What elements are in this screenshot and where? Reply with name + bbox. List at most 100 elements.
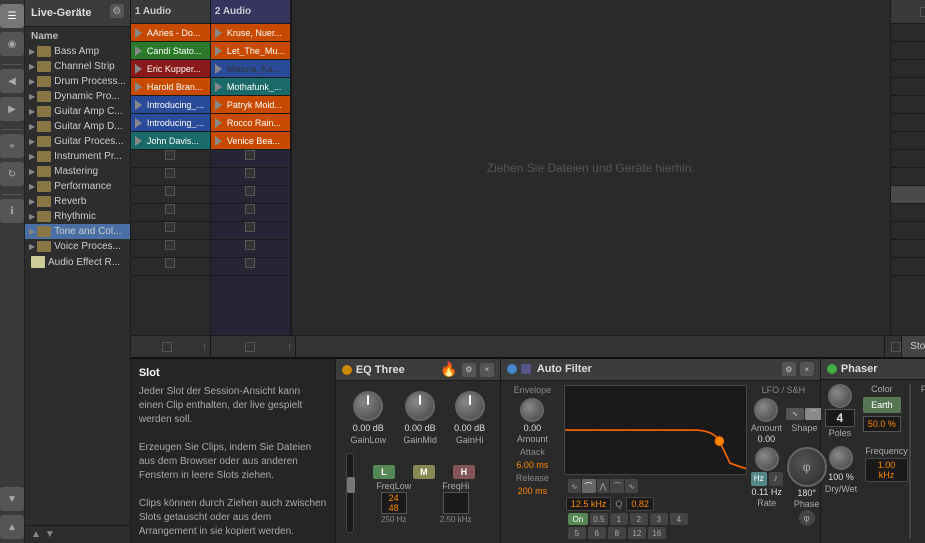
frequency-value[interactable]: 1.00 kHz — [865, 458, 908, 482]
quantize-on-btn[interactable]: On — [568, 513, 588, 525]
sidebar-icon-forward[interactable]: ▶ — [0, 97, 24, 121]
file-item-channel-strip[interactable]: ▶ Channel Strip — [25, 59, 130, 74]
sidebar-icon-refresh[interactable]: ↻ — [0, 162, 24, 186]
clip-slot-empty-2-12[interactable] — [211, 222, 290, 240]
lfo-phi-btn[interactable]: φ — [799, 510, 815, 526]
clip-slot-2-3[interactable]: Mistura_Ka... — [211, 60, 290, 78]
clip-slot-2-1[interactable]: Kruse, Nuer... — [211, 24, 290, 42]
quantize-num-12[interactable]: 12 — [628, 527, 646, 539]
gain-hi-knob[interactable] — [455, 391, 485, 421]
lfo-phase-knob[interactable] — [787, 447, 827, 487]
quantize-val-4[interactable]: 4 — [670, 513, 688, 525]
clip-play-btn[interactable] — [133, 27, 145, 39]
clip-slot-1-3[interactable]: Eric Kupper... — [131, 60, 210, 78]
master-slot-14[interactable]: 14 — [891, 258, 925, 276]
master-slot-6[interactable]: 6 — [891, 114, 925, 132]
file-item-guitar-amp-c[interactable]: ▶ Guitar Amp C... — [25, 104, 130, 119]
clip-slot-1-6[interactable]: Introducing_... — [131, 114, 210, 132]
file-item-voice-process[interactable]: ▶ Voice Proces... — [25, 239, 130, 254]
file-item-performance[interactable]: ▶ Performance — [25, 179, 130, 194]
quantize-num-5[interactable]: 5 — [568, 527, 586, 539]
eq-btn-m[interactable]: M — [413, 465, 435, 479]
master-slot-4[interactable]: 4 — [891, 78, 925, 96]
filter-type-hp1[interactable]: ∿ — [625, 479, 638, 493]
clip-play-btn[interactable] — [133, 45, 145, 57]
sidebar-icon-up[interactable]: ▲ — [0, 515, 24, 539]
file-item-audio-effect-r[interactable]: Audio Effect R... — [25, 254, 130, 270]
stop-clips-master-checkbox[interactable] — [891, 342, 901, 352]
clip-slot-empty-2-14[interactable] — [211, 258, 290, 276]
clip-play-btn[interactable] — [213, 135, 225, 147]
clip-play-btn[interactable] — [133, 99, 145, 111]
file-item-rhythmic[interactable]: ▶ Rhythmic — [25, 209, 130, 224]
clip-slot-empty-2-10[interactable] — [211, 186, 290, 204]
track-2-stop-checkbox[interactable] — [245, 342, 255, 352]
dry-wet-knob[interactable] — [829, 446, 853, 470]
sidebar-icon-menu[interactable]: ☰ — [0, 4, 24, 28]
master-slot-9[interactable]: 9 — [891, 168, 925, 186]
lfo-amount-knob[interactable] — [754, 398, 778, 422]
clip-slot-2-5[interactable]: Patryk Mold... — [211, 96, 290, 114]
phaser-display[interactable] — [909, 384, 911, 539]
stop-clips-button[interactable]: Stop Clips — [901, 336, 925, 358]
clip-play-btn[interactable] — [213, 117, 225, 129]
eq-vertical-slider[interactable] — [346, 453, 354, 533]
clip-slot-empty-2-11[interactable] — [211, 204, 290, 222]
clip-slot-1-2[interactable]: Candi Stato... — [131, 42, 210, 60]
sidebar-icon-audio[interactable]: ◉ — [0, 32, 24, 56]
clip-slot-empty-1-8[interactable] — [131, 150, 210, 168]
lfo-hz-btn[interactable]: Hz — [751, 472, 767, 486]
track-2-header[interactable]: 2 Audio — [211, 0, 290, 24]
poles-knob[interactable] — [828, 384, 852, 408]
gain-low-knob[interactable] — [353, 391, 383, 421]
af-close-btn[interactable]: × — [800, 362, 814, 376]
clip-play-btn[interactable] — [213, 45, 225, 57]
master-slot-7[interactable]: 7 — [891, 132, 925, 150]
freq-low-display[interactable]: 24 48 — [381, 492, 407, 514]
master-slot-2[interactable]: 2 — [891, 42, 925, 60]
quantize-num-6[interactable]: 6 — [588, 527, 606, 539]
master-slot-11[interactable]: 11 — [891, 204, 925, 222]
lfo-rate-knob[interactable] — [755, 447, 779, 471]
eq-btn-h[interactable]: H — [453, 465, 475, 479]
clip-slot-empty-2-8[interactable] — [211, 150, 290, 168]
filter-type-bp[interactable]: ⋀ — [597, 479, 610, 493]
file-item-drum-process[interactable]: ▶ Drum Process... — [25, 74, 130, 89]
clip-play-btn[interactable] — [133, 135, 145, 147]
quantize-val-0-5[interactable]: 0.5 — [590, 513, 608, 525]
master-slot-10[interactable]: 10 — [891, 186, 925, 204]
clip-slot-empty-1-13[interactable] — [131, 240, 210, 258]
file-item-tone-and-color[interactable]: ▶ Tone and Col... — [25, 224, 130, 239]
eq-settings-btn[interactable]: ⚙ — [462, 363, 476, 377]
lfo-shape-sine[interactable]: ∿ — [786, 408, 804, 420]
master-slot-3[interactable]: 3 — [891, 60, 925, 78]
file-item-guitar-amp-d[interactable]: ▶ Guitar Amp D... — [25, 119, 130, 134]
sidebar-icon-back[interactable]: ◀ — [0, 69, 24, 93]
clip-slot-empty-1-12[interactable] — [131, 222, 210, 240]
clip-slot-empty-2-13[interactable] — [211, 240, 290, 258]
file-item-guitar-process[interactable]: ▶ Guitar Proces... — [25, 134, 130, 149]
clip-slot-empty-1-14[interactable] — [131, 258, 210, 276]
clip-slot-empty-1-11[interactable] — [131, 204, 210, 222]
filter-display[interactable] — [564, 385, 747, 475]
master-stop-checkbox[interactable] — [920, 7, 925, 17]
track-1-header[interactable]: 1 Audio — [131, 0, 210, 24]
master-slot-8[interactable]: 8 — [891, 150, 925, 168]
clip-slot-empty-1-9[interactable] — [131, 168, 210, 186]
clip-slot-2-6[interactable]: Rocco Rain... — [211, 114, 290, 132]
clip-slot-1-5[interactable]: Introducing_... — [131, 96, 210, 114]
clip-play-btn[interactable] — [133, 117, 145, 129]
clip-play-btn[interactable] — [213, 63, 225, 75]
master-slot-1[interactable]: 1 — [891, 24, 925, 42]
af-active-dot[interactable] — [507, 364, 517, 374]
master-slot-5[interactable]: 5 — [891, 96, 925, 114]
nav-down-icon[interactable]: ▼ — [45, 529, 55, 540]
sidebar-icon-down[interactable]: ▼ — [0, 487, 24, 511]
filter-q-value[interactable]: 0.82 — [626, 497, 654, 511]
clip-slot-empty-1-10[interactable] — [131, 186, 210, 204]
earth-btn[interactable]: Earth — [863, 397, 901, 413]
file-browser-settings-icon[interactable]: ⚙ — [110, 4, 124, 18]
file-item-mastering[interactable]: ▶ Mastering — [25, 164, 130, 179]
master-slot-12[interactable]: 12 — [891, 222, 925, 240]
clip-slot-empty-2-9[interactable] — [211, 168, 290, 186]
